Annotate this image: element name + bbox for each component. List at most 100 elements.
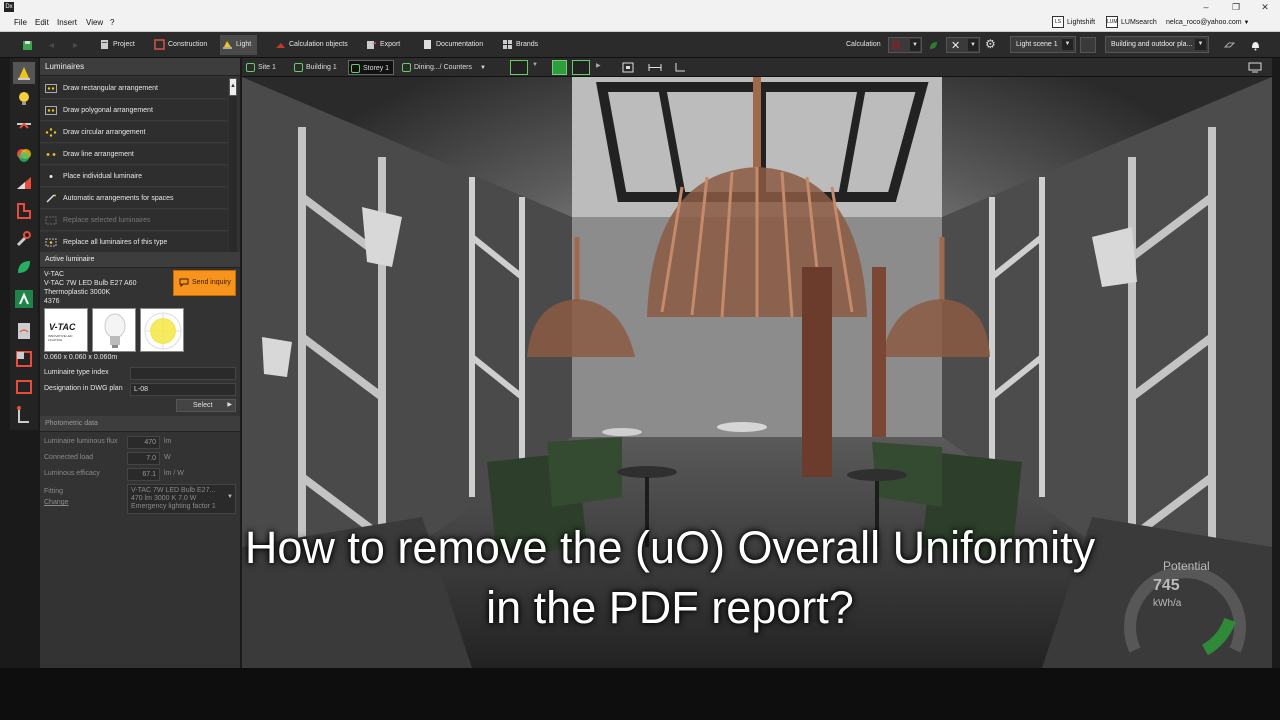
view-navigation-bar: Site 1 Building 1 Storey 1 Dining.../ Co…: [242, 58, 1272, 77]
action-label: Automatic arrangements for spaces: [63, 195, 174, 202]
app-icon: Dx: [4, 2, 14, 12]
designation-label: Designation in DWG plan: [44, 385, 123, 392]
select-luminaire-button[interactable]: Select ▶: [176, 399, 236, 412]
color-wheel-icon[interactable]: [13, 144, 35, 166]
redo-icon[interactable]: [70, 40, 81, 51]
actions-scrollbar[interactable]: ▲: [229, 78, 237, 252]
left-tool-strip: [10, 58, 38, 430]
lightshift-button[interactable]: LS Lightshift: [1052, 16, 1095, 30]
luminaires-tool-icon[interactable]: [13, 62, 35, 84]
leaf-icon[interactable]: [928, 40, 939, 51]
document-icon[interactable]: [13, 320, 35, 342]
room-breadcrumb[interactable]: Dining.../ Counters ▼: [400, 60, 486, 75]
tab-project[interactable]: Project: [97, 35, 135, 55]
light-scene-value: Light scene 1: [1016, 41, 1058, 48]
main-toolbar: Project Construction Light Calculation o…: [0, 32, 1280, 58]
lumsearch-button[interactable]: LUM LUMsearch: [1106, 16, 1157, 30]
room-outline-icon[interactable]: [13, 200, 35, 222]
tab-brands[interactable]: Brands: [500, 35, 538, 55]
draw-rectangular-arrangement-button[interactable]: Draw rectangular arrangement: [40, 78, 228, 99]
menu-edit[interactable]: Edit: [35, 18, 49, 27]
send-inquiry-button[interactable]: Send inquiry: [173, 270, 236, 296]
lumsearch-label: LUMsearch: [1121, 19, 1157, 26]
replace-icon: [45, 216, 57, 225]
tab-construction[interactable]: Construction: [152, 35, 207, 55]
menu-bar: File Edit Insert View ? LS Lightshift LUM…: [0, 14, 1280, 32]
action-label: Place individual luminaire: [63, 173, 142, 180]
replace-all-luminaires-button[interactable]: Replace all luminaires of this type: [40, 232, 228, 253]
light-scene-select[interactable]: Light scene 1 ▼: [1010, 36, 1076, 53]
gear-icon[interactable]: ⚙: [985, 37, 996, 51]
photometric-data-header: Photometric data: [40, 416, 240, 432]
wrench-icon[interactable]: [13, 228, 35, 250]
menu-view[interactable]: View: [86, 18, 103, 27]
clear-calculation-button[interactable]: ✕ ▼: [946, 37, 980, 53]
tab-project-label: Project: [113, 41, 135, 48]
lightbulb-icon[interactable]: [13, 88, 35, 110]
send-inquiry-label: Send inquiry: [192, 279, 231, 286]
floor-plan-icon[interactable]: [13, 348, 35, 370]
chevron-down-icon: ▼: [479, 65, 486, 71]
calculation-start-button[interactable]: ▼: [888, 37, 922, 53]
magic-wand-icon: [46, 194, 56, 203]
notification-bell-icon[interactable]: [1250, 40, 1261, 51]
measure-icon[interactable]: [13, 404, 35, 426]
luminaire-article-number: 4376: [44, 298, 60, 305]
light-scene-settings-button[interactable]: [1080, 37, 1096, 53]
light-distribution-curve: [140, 308, 184, 352]
storey-breadcrumb[interactable]: Storey 1: [348, 60, 395, 75]
3d-view-button[interactable]: [552, 60, 567, 75]
scroll-up-icon[interactable]: ▲: [229, 78, 237, 96]
place-individual-luminaire-button[interactable]: Place individual luminaire: [40, 166, 228, 187]
connected-load-value: 7.0: [127, 452, 160, 465]
construction-icon: [154, 39, 165, 50]
monitor-icon[interactable]: [1248, 62, 1262, 73]
draw-line-arrangement-button[interactable]: Draw line arrangement: [40, 144, 228, 165]
user-account[interactable]: nelca_roco@yahoo.com ▼: [1166, 16, 1250, 30]
building-breadcrumb[interactable]: Building 1: [292, 60, 337, 75]
designation-input[interactable]: L-08: [130, 383, 236, 396]
save-icon[interactable]: [22, 40, 33, 51]
individual-luminaire-icon: [49, 175, 53, 178]
layers-icon[interactable]: [1224, 40, 1235, 51]
luminous-flux-value: 470: [127, 436, 160, 449]
plan-view-button[interactable]: [572, 60, 590, 75]
draw-polygonal-arrangement-button[interactable]: Draw polygonal arrangement: [40, 100, 228, 121]
menu-help[interactable]: ?: [110, 18, 114, 27]
automatic-arrangements-button[interactable]: Automatic arrangements for spaces: [40, 188, 228, 209]
title-bar: Dx – ❐ ✕: [0, 0, 1280, 14]
menu-file[interactable]: File: [14, 18, 27, 27]
change-fitting-link[interactable]: Change: [44, 499, 69, 506]
corner-view-button[interactable]: [510, 60, 528, 75]
tab-light[interactable]: Light: [220, 35, 258, 55]
close-window-button[interactable]: ✕: [1250, 0, 1280, 14]
fitting-line-2: 470 lm 3000 K 7.0 W: [131, 495, 197, 502]
undo-icon[interactable]: [46, 40, 57, 51]
maximize-button[interactable]: ❐: [1221, 0, 1251, 14]
tab-documentation[interactable]: Documentation: [420, 35, 483, 55]
signal-strength-icon[interactable]: [13, 172, 35, 194]
light-icon: [223, 41, 232, 49]
chevron-down-icon: ▼: [910, 39, 920, 51]
site-icon: [246, 63, 255, 72]
coordinate-axes-icon[interactable]: [674, 62, 686, 73]
tab-calculation-objects[interactable]: Calculation objects: [273, 35, 348, 55]
calculation-surface-icon[interactable]: [13, 376, 35, 398]
lightshift-label: Lightshift: [1067, 19, 1096, 26]
luminaire-arrangement-icon[interactable]: [13, 116, 35, 138]
minimize-button[interactable]: –: [1191, 0, 1221, 14]
leaf-icon[interactable]: [13, 256, 35, 278]
type-index-input[interactable]: [130, 367, 236, 380]
chevron-down-icon: ▼: [532, 62, 538, 68]
measure-distance-icon[interactable]: [648, 62, 662, 73]
zoom-extents-icon[interactable]: [622, 62, 634, 73]
draw-circular-arrangement-button[interactable]: Draw circular arrangement: [40, 122, 228, 143]
site-breadcrumb[interactable]: Site 1: [244, 60, 276, 75]
menu-insert[interactable]: Insert: [57, 18, 77, 27]
building-scope-select[interactable]: Building and outdoor pla... ▼: [1105, 36, 1209, 53]
emergency-exit-icon[interactable]: [13, 288, 35, 310]
fitting-select[interactable]: V-TAC 7W LED Bulb E27... 470 lm 3000 K 7…: [127, 484, 236, 514]
select-label: Select: [193, 402, 213, 409]
polar-diagram-icon: [144, 312, 182, 350]
tab-export[interactable]: Export: [364, 35, 400, 55]
